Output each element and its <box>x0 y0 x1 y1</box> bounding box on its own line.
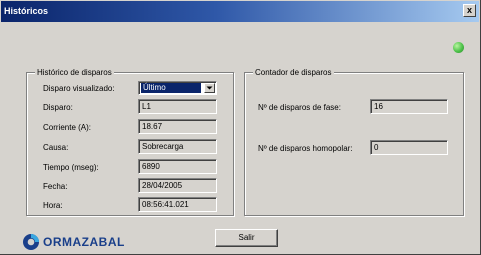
counter-group-title: Contador de disparos <box>253 67 334 78</box>
hora-field: 08:56:41.021 <box>138 197 217 212</box>
fecha-label: Fecha: <box>43 182 68 191</box>
corriente-field: 18.67 <box>138 119 217 134</box>
disparos-homopolar-label: Nº de disparos homopolar: <box>258 144 353 153</box>
tiempo-label: Tiempo (mseg): <box>43 163 99 172</box>
disparo-visualizado-label: Disparo visualizado: <box>43 84 115 93</box>
close-button[interactable]: x <box>463 4 476 17</box>
disparos-fase-label: Nº de disparos de fase: <box>258 103 341 112</box>
disparo-visualizado-value: Último <box>141 83 201 93</box>
causa-label: Causa: <box>43 143 69 152</box>
hora-label: Hora: <box>43 201 63 210</box>
disparos-homopolar-field: 0 <box>370 140 448 155</box>
disparos-fase-field: 16 <box>370 99 448 114</box>
dropdown-arrow-button[interactable] <box>204 83 215 93</box>
window-title: Históricos <box>4 6 49 16</box>
history-group-title: Histórico de disparos <box>35 67 114 78</box>
ormazabal-logo-icon <box>23 234 39 250</box>
tiempo-field: 6890 <box>138 159 217 174</box>
corriente-label: Corriente (A): <box>43 123 92 132</box>
disparo-label: Disparo: <box>43 103 73 112</box>
disparo-visualizado-select[interactable]: Último <box>138 81 217 95</box>
causa-field: Sobrecarga <box>138 139 217 154</box>
close-icon: x <box>466 5 472 15</box>
historicos-window: Históricos x Histórico de disparos Dispa… <box>0 0 481 255</box>
fecha-field: 28/04/2005 <box>138 178 217 193</box>
ormazabal-logo-text: ORMAZABAL <box>43 235 125 249</box>
chevron-down-icon <box>206 86 213 90</box>
exit-button[interactable]: Salir <box>215 229 278 247</box>
status-led-icon <box>453 42 464 53</box>
title-bar[interactable]: Históricos x <box>1 1 479 22</box>
disparo-field: L1 <box>138 99 217 114</box>
